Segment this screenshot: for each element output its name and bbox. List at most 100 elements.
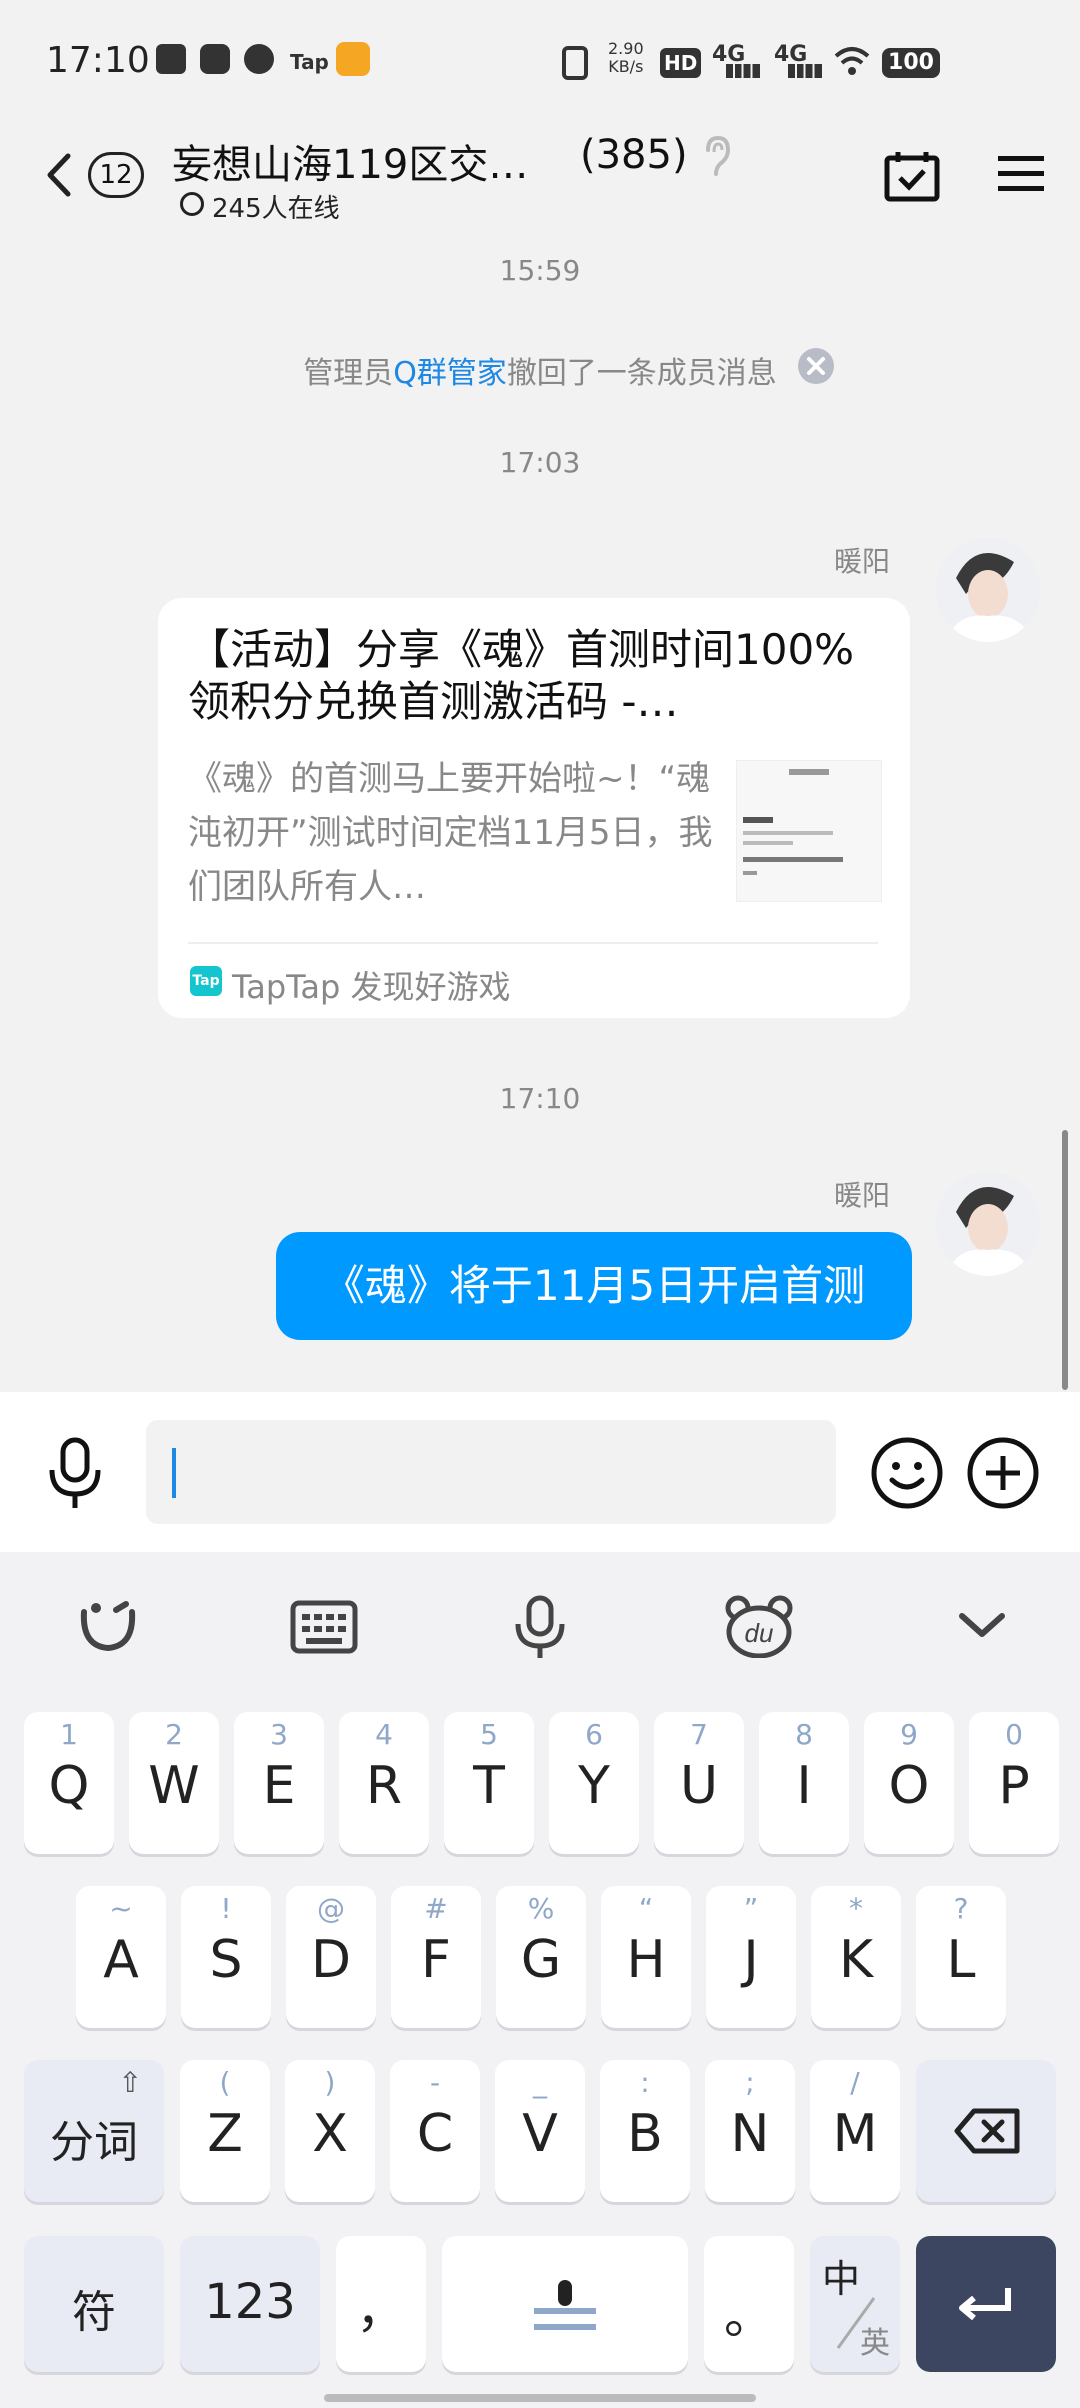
key-hint: 5	[480, 1718, 498, 1751]
key-label: O	[888, 1756, 930, 1816]
vibrate-icon	[562, 46, 588, 80]
key-hint: 2	[165, 1718, 183, 1751]
period-key[interactable]: 。	[704, 2236, 794, 2372]
segment-shift-key[interactable]: ⇧ 分词	[24, 2060, 164, 2202]
key-q[interactable]: 1Q	[24, 1712, 114, 1854]
key-f[interactable]: # F	[391, 1886, 481, 2028]
hd-icon: HD	[660, 48, 702, 78]
svg-text:du: du	[745, 1618, 774, 1648]
key-hint: !	[220, 1892, 232, 1925]
key-hint: _	[533, 2066, 547, 2099]
card-thumbnail	[736, 760, 882, 902]
symbol-key[interactable]: 符	[24, 2236, 164, 2372]
voice-input-icon[interactable]	[510, 1594, 570, 1660]
key-o[interactable]: 9O	[864, 1712, 954, 1854]
keyboard-icon[interactable]	[290, 1600, 358, 1654]
key-v[interactable]: _ V	[495, 2060, 585, 2202]
key-r[interactable]: 4R	[339, 1712, 429, 1854]
key-hint: ~	[109, 1892, 133, 1925]
message-bubble[interactable]: 《魂》将于11月5日开启首测	[276, 1232, 912, 1340]
battery-icon: 100	[882, 48, 940, 78]
key-label: K	[838, 1930, 874, 1990]
microphone-icon[interactable]	[44, 1436, 106, 1512]
key-hint: 3	[270, 1718, 288, 1751]
key-label: S	[209, 1930, 243, 1990]
key-c[interactable]: -C	[390, 2060, 480, 2202]
signal2-icon	[788, 64, 822, 78]
key-t[interactable]: 5T	[444, 1712, 534, 1854]
key-l[interactable]: ? L	[916, 1886, 1006, 2028]
language-switch-key[interactable]: 中 英	[810, 2236, 900, 2372]
key-label: Y	[578, 1756, 610, 1816]
key-label: L	[946, 1930, 976, 1990]
divider	[188, 942, 878, 944]
key-hint: 7	[690, 1718, 708, 1751]
close-icon[interactable]	[798, 348, 834, 384]
key-label: V	[522, 2104, 558, 2164]
taptap-icon: Tap	[190, 966, 222, 996]
sticker-icon[interactable]	[76, 1596, 140, 1656]
key-hint: 0	[1005, 1718, 1023, 1751]
card-description: 《魂》的首测马上要开始啦~！“魂沌初开”测试时间定档11月5日，我们团队所有人…	[188, 759, 713, 907]
add-icon[interactable]	[966, 1436, 1040, 1510]
key-z[interactable]: (Z	[180, 2060, 270, 2202]
key-label: A	[103, 1930, 139, 1990]
key-u[interactable]: 7U	[654, 1712, 744, 1854]
wechat-icon	[244, 44, 274, 74]
key-i[interactable]: 8I	[759, 1712, 849, 1854]
unread-badge[interactable]: 12	[88, 152, 144, 198]
key-h[interactable]: “H	[601, 1886, 691, 2028]
key-label: D	[310, 1930, 352, 1990]
space-key[interactable]	[442, 2236, 688, 2372]
key-y[interactable]: 6Y	[549, 1712, 639, 1854]
key-s[interactable]: ! S	[181, 1886, 271, 2028]
calendar-check-icon[interactable]	[884, 150, 940, 202]
key-j[interactable]: ” J	[706, 1886, 796, 2028]
key-label: J	[743, 1930, 759, 1990]
key-g[interactable]: % G	[496, 1886, 586, 2028]
message-input[interactable]	[146, 1420, 836, 1524]
emoji-icon[interactable]	[870, 1436, 944, 1510]
online-dropdown-icon[interactable]	[180, 192, 204, 216]
key-label: H	[626, 1930, 666, 1990]
key-label: C	[416, 2104, 454, 2164]
timestamp: 17:10	[499, 1082, 581, 1115]
key-hint: -	[429, 2066, 441, 2099]
scrollbar[interactable]	[1062, 1130, 1068, 1390]
key-a[interactable]: ~ A	[76, 1886, 166, 2028]
key-e[interactable]: 3E	[234, 1712, 324, 1854]
key-hint: 9	[900, 1718, 918, 1751]
text-cursor	[172, 1448, 176, 1498]
comma-key[interactable]: ，	[336, 2236, 426, 2372]
key-label: E	[262, 1756, 296, 1816]
baidu-bear-icon[interactable]: du	[724, 1594, 794, 1659]
enter-key[interactable]	[916, 2236, 1056, 2372]
back-button[interactable]	[40, 150, 80, 200]
key-label: R	[365, 1756, 403, 1816]
key-label: G	[520, 1930, 562, 1990]
number-key[interactable]: 123	[180, 2236, 320, 2372]
backspace-key[interactable]	[916, 2060, 1056, 2202]
key-w[interactable]: 2W	[129, 1712, 219, 1854]
key-d[interactable]: @ D	[286, 1886, 376, 2028]
key-n[interactable]: ; N	[705, 2060, 795, 2202]
card-source: TapTap 发现好游戏	[232, 968, 511, 1006]
key-m[interactable]: / M	[810, 2060, 900, 2202]
avatar[interactable]	[936, 1172, 1040, 1276]
ear-icon[interactable]	[700, 134, 734, 178]
avatar[interactable]	[936, 538, 1040, 642]
online-count[interactable]: 245人在线	[212, 188, 340, 225]
key-label: N	[730, 2104, 770, 2164]
member-count[interactable]: (385)	[580, 132, 688, 178]
home-indicator[interactable]	[324, 2394, 756, 2402]
group-title[interactable]: 妄想山海119区交…	[172, 132, 528, 190]
menu-icon[interactable]	[998, 154, 1044, 194]
timestamp: 15:59	[499, 254, 581, 287]
key-p[interactable]: 0P	[969, 1712, 1059, 1854]
key-x[interactable]: ) X	[285, 2060, 375, 2202]
timestamp: 17:03	[499, 446, 581, 479]
admin-link[interactable]: Q群管家	[393, 356, 507, 391]
key-b[interactable]: :B	[600, 2060, 690, 2202]
key-k[interactable]: * K	[811, 1886, 901, 2028]
collapse-keyboard-icon[interactable]	[956, 1608, 1008, 1644]
